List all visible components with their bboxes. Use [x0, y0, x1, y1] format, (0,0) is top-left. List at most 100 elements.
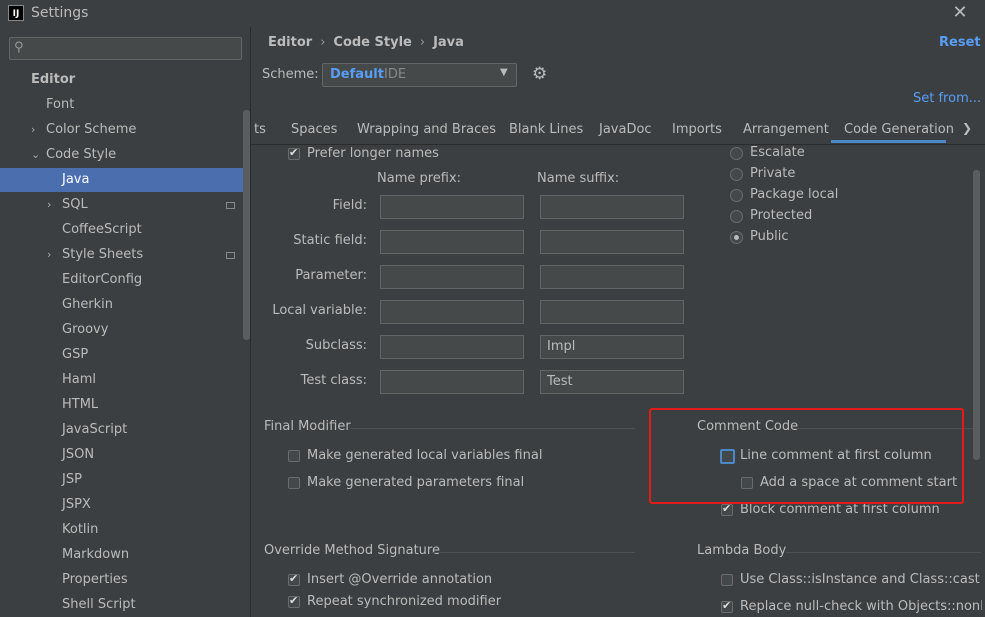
separator	[350, 428, 635, 429]
repeat-synchronized-checkbox[interactable]	[288, 594, 300, 608]
sidebar-item-label: Properties	[62, 572, 128, 587]
tab-arrangement[interactable]: Arrangement	[743, 122, 829, 137]
prefer-longer-names-checkbox[interactable]	[288, 146, 300, 160]
visibility-radio[interactable]	[730, 189, 743, 202]
visibility-radio[interactable]	[730, 231, 743, 244]
sidebar-item[interactable]: Editor	[0, 68, 250, 92]
breadcrumb-java: Java	[433, 35, 464, 50]
scheme-label: Scheme:	[262, 67, 319, 82]
name-suffix-input[interactable]	[540, 300, 684, 324]
sidebar-item[interactable]: Font	[0, 93, 250, 117]
tab-spaces[interactable]: Spaces	[291, 122, 337, 137]
name-suffix-input[interactable]	[540, 230, 684, 254]
sidebar-item[interactable]: Markdown	[0, 543, 250, 567]
visibility-radio[interactable]	[730, 210, 743, 223]
name-prefix-input[interactable]	[380, 265, 524, 289]
separator	[786, 552, 981, 553]
sidebar-item-label: JavaScript	[62, 422, 128, 437]
name-suffix-input[interactable]: Impl	[540, 335, 684, 359]
replace-null-check-label: Replace null-check with Objects::nonNull…	[740, 599, 982, 614]
prefer-longer-names-label: Prefer longer names	[307, 146, 439, 161]
use-class-isinstance-checkbox[interactable]	[721, 574, 733, 586]
sidebar-item[interactable]: JSON	[0, 443, 250, 467]
chevron-down-icon[interactable]: ⌄	[31, 143, 40, 167]
sidebar-item-label: Font	[46, 97, 75, 112]
sidebar-item-label: Haml	[62, 372, 97, 387]
final-parameters-checkbox[interactable]	[288, 477, 300, 489]
sidebar-item[interactable]: Properties	[0, 568, 250, 592]
name-suffix-value: Impl	[547, 339, 576, 354]
naming-row-label: Parameter:	[295, 268, 367, 283]
breadcrumb-editor[interactable]: Editor	[268, 35, 312, 50]
sidebar-item[interactable]: JSP	[0, 468, 250, 492]
breadcrumb-code-style[interactable]: Code Style	[333, 35, 411, 50]
sidebar-item[interactable]: JavaScript	[0, 418, 250, 442]
sidebar-item[interactable]: Gherkin	[0, 293, 250, 317]
sidebar-item[interactable]: JSPX	[0, 493, 250, 517]
tab-blank-lines[interactable]: Blank Lines	[509, 122, 583, 137]
name-suffix-input[interactable]: Test	[540, 370, 684, 394]
chevron-right-icon[interactable]: ›	[47, 243, 51, 267]
active-tab-indicator	[831, 140, 946, 143]
name-prefix-input[interactable]	[380, 230, 524, 254]
sidebar-item[interactable]: › SQL	[0, 193, 250, 217]
sidebar-item-label: Kotlin	[62, 522, 99, 537]
block-comment-first-column-checkbox[interactable]	[721, 502, 733, 516]
sidebar-item[interactable]: › Color Scheme	[0, 118, 250, 142]
sidebar-item-label: Gherkin	[62, 297, 114, 312]
name-suffix-input[interactable]	[540, 195, 684, 219]
tab-tabs-and-indents[interactable]: ts	[254, 122, 266, 137]
scheme-type: IDE	[384, 67, 407, 82]
tab-code-generation[interactable]: Code Generation	[844, 122, 954, 137]
sidebar-item[interactable]: Kotlin	[0, 518, 250, 542]
sidebar-item[interactable]: Shell Script	[0, 593, 250, 617]
tab-javadoc[interactable]: JavaDoc	[599, 122, 652, 137]
replace-null-check-checkbox[interactable]	[721, 599, 733, 613]
sidebar-item-label: SQL	[62, 197, 88, 212]
sidebar-item[interactable]: EditorConfig	[0, 268, 250, 292]
chevron-down-icon: ▼	[500, 67, 508, 78]
content-scrollbar[interactable]	[973, 170, 980, 460]
sidebar-scrollbar[interactable]	[243, 110, 250, 340]
insert-override-checkbox[interactable]	[288, 572, 300, 586]
separator	[432, 552, 635, 553]
sidebar-item[interactable]: ⌄ Code Style	[0, 143, 250, 167]
sidebar-item-label: GSP	[62, 347, 89, 362]
gear-icon[interactable]: ⚙	[532, 64, 547, 84]
final-local-variables-checkbox[interactable]	[288, 450, 300, 462]
set-from-link[interactable]: Set from...	[913, 91, 981, 106]
insert-override-label: Insert @Override annotation	[307, 572, 493, 587]
sidebar-item-label: HTML	[62, 397, 99, 412]
search-icon: ⚲	[14, 40, 24, 55]
repeat-synchronized-label: Repeat synchronized modifier	[307, 594, 502, 609]
name-prefix-input[interactable]	[380, 335, 524, 359]
name-suffix-input[interactable]	[540, 265, 684, 289]
visibility-radio[interactable]	[730, 168, 743, 181]
name-prefix-input[interactable]	[380, 195, 524, 219]
reset-link[interactable]: Reset	[939, 35, 981, 50]
visibility-radio-label: Protected	[750, 208, 813, 223]
sidebar-item[interactable]: Java	[0, 168, 250, 192]
sidebar-item[interactable]: Haml	[0, 368, 250, 392]
visibility-radio-label: Private	[750, 166, 796, 181]
sidebar-item[interactable]: CoffeeScript	[0, 218, 250, 242]
sidebar-item[interactable]: GSP	[0, 343, 250, 367]
name-prefix-header: Name prefix:	[377, 171, 462, 186]
scheme-name: Default	[330, 67, 384, 82]
name-prefix-input[interactable]	[380, 300, 524, 324]
chevron-down-icon[interactable]: ❯	[962, 121, 972, 135]
tab-imports[interactable]: Imports	[672, 122, 722, 137]
close-icon[interactable]: ✕	[950, 2, 970, 24]
tab-wrapping-and-braces[interactable]: Wrapping and Braces	[357, 122, 496, 137]
sidebar-item[interactable]: › Style Sheets	[0, 243, 250, 267]
sidebar-item[interactable]: Groovy	[0, 318, 250, 342]
sidebar-item-label: Color Scheme	[46, 122, 137, 137]
chevron-right-icon[interactable]: ›	[31, 118, 35, 142]
lambda-body-title: Lambda Body	[697, 543, 787, 558]
project-scheme-icon	[226, 252, 235, 259]
visibility-radio[interactable]	[730, 147, 743, 160]
name-prefix-input[interactable]	[380, 370, 524, 394]
chevron-right-icon[interactable]: ›	[47, 193, 51, 217]
search-input[interactable]	[9, 37, 242, 60]
sidebar-item[interactable]: HTML	[0, 393, 250, 417]
